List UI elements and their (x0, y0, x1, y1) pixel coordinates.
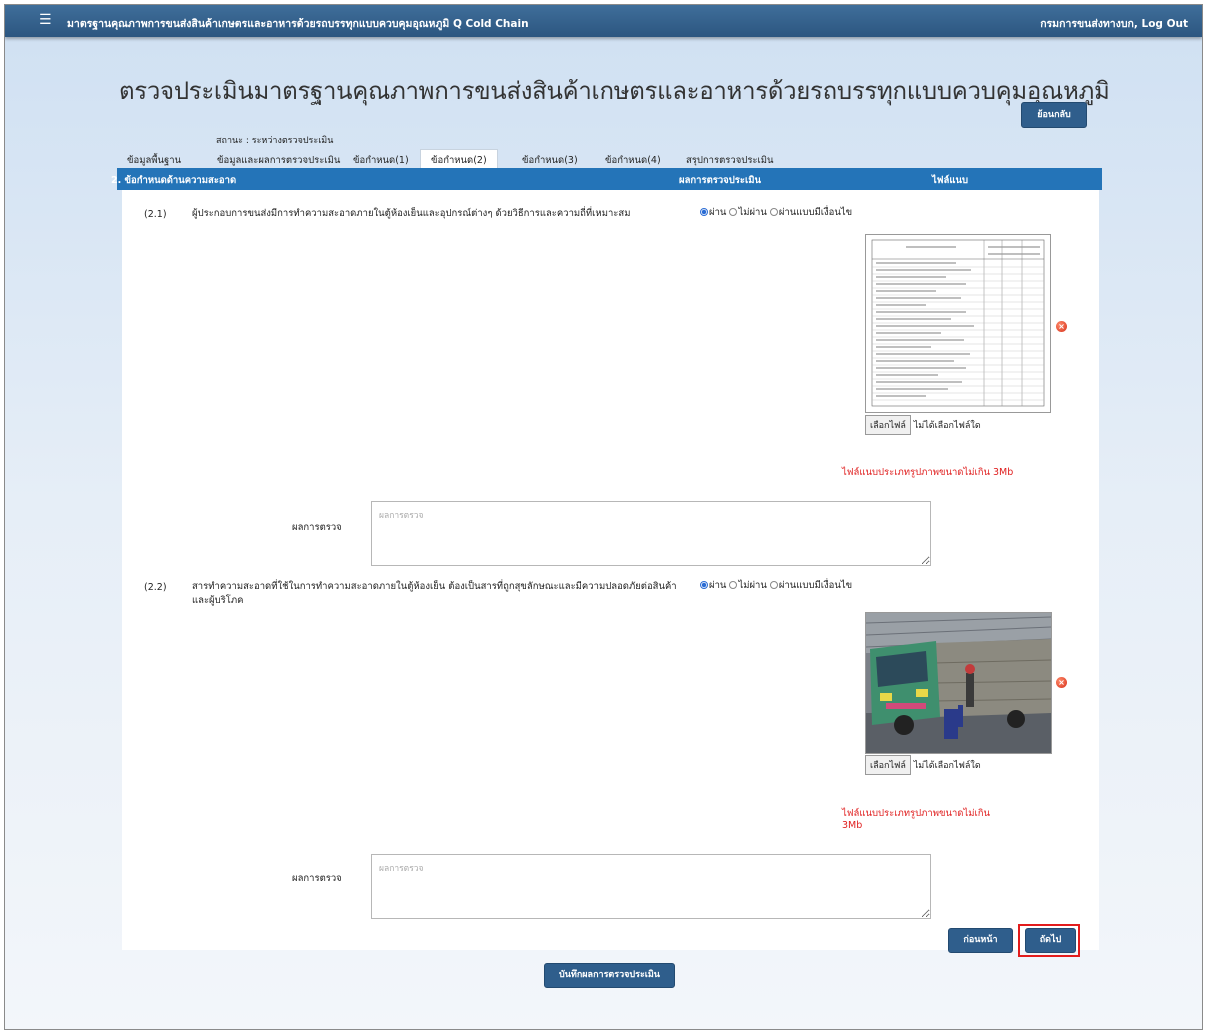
column-result-header: ผลการตรวจประเมิน (679, 175, 761, 186)
next-button-highlight (1018, 924, 1080, 957)
item-number: (2.2) (144, 582, 167, 593)
document-table-icon (871, 239, 1045, 407)
delete-attachment-icon[interactable]: × (1056, 677, 1067, 688)
radio-pass-label: ผ่าน (709, 207, 727, 218)
radio-pass[interactable] (700, 581, 708, 589)
radio-conditional[interactable] (769, 581, 778, 589)
choose-file-button[interactable]: เลือกไฟล์ (865, 415, 911, 435)
section-title: 2. ข้อกำหนดด้านความสะอาด (111, 175, 237, 186)
result-radio-group: ผ่าน ไม่ผ่าน ผ่านแบบมีเงื่อนไข (700, 205, 852, 220)
no-file-label: ไม่ได้เลือกไฟล์ใด (913, 421, 981, 431)
radio-conditional-label: ผ่านแบบมีเงื่อนไข (778, 207, 853, 218)
requirements-panel: (2.1) ผู้ประกอบการขนส่งมีการทำความสะอาดภ… (122, 190, 1099, 950)
page-title: ตรวจประเมินมาตรฐานคุณภาพการขนส่งสินค้าเก… (119, 77, 1110, 105)
user-logout-link[interactable]: กรมการขนส่งทางบก, Log Out (1040, 15, 1188, 32)
result-textarea[interactable] (371, 854, 931, 919)
result-textarea[interactable] (371, 501, 931, 566)
radio-fail-label: ไม่ผ่าน (738, 207, 767, 218)
result-radio-group: ผ่าน ไม่ผ่าน ผ่านแบบมีเงื่อนไข (700, 578, 852, 593)
result-label: ผลการตรวจ (292, 522, 342, 533)
file-chooser: เลือกไฟล์ ไม่ได้เลือกไฟล์ใด (865, 755, 981, 775)
result-label: ผลการตรวจ (292, 873, 342, 884)
attachment-photo-thumbnail[interactable] (865, 612, 1052, 754)
radio-pass[interactable] (700, 208, 708, 216)
radio-conditional[interactable] (769, 208, 778, 216)
save-assessment-button[interactable]: บันทึกผลการตรวจประเมิน (544, 963, 675, 988)
file-chooser: เลือกไฟล์ ไม่ได้เลือกไฟล์ใด (865, 415, 981, 435)
top-navbar: ☰ มาตรฐานคุณภาพการขนส่งสินค้าเกษตรและอาห… (5, 5, 1202, 37)
attachment-document-thumbnail[interactable] (865, 234, 1051, 413)
previous-button[interactable]: ก่อนหน้า (948, 928, 1013, 953)
column-file-header: ไฟล์แนบ (932, 175, 968, 186)
app-window: ☰ มาตรฐานคุณภาพการขนส่งสินค้าเกษตรและอาห… (4, 4, 1203, 1030)
file-size-note: ไฟล์แนบประเภทรูปภาพขนาดไม่เกิน 3Mb (842, 808, 990, 831)
file-size-note: ไฟล์แนบประเภทรูปภาพขนาดไม่เกิน 3Mb (842, 467, 1014, 478)
radio-fail-label: ไม่ผ่าน (738, 580, 767, 591)
choose-file-button[interactable]: เลือกไฟล์ (865, 755, 911, 775)
radio-fail[interactable] (729, 208, 738, 216)
item-number: (2.1) (144, 209, 167, 220)
status-text: สถานะ : ระหว่างตรวจประเมิน (216, 136, 334, 146)
hamburger-menu-icon[interactable]: ☰ (39, 12, 52, 28)
section-header: 2. ข้อกำหนดด้านความสะอาด ผลการตรวจประเมิ… (111, 168, 1102, 190)
back-button[interactable]: ย้อนกลับ (1021, 102, 1087, 128)
delete-attachment-icon[interactable]: × (1056, 321, 1067, 332)
radio-fail[interactable] (729, 581, 738, 589)
item-text: สารทำความสะอาดที่ใช้ในการทำความสะอาดภายใ… (192, 581, 677, 606)
truck-photo-image (866, 613, 1051, 753)
item-text: ผู้ประกอบการขนส่งมีการทำความสะอาดภายในตู… (192, 208, 631, 219)
radio-conditional-label: ผ่านแบบมีเงื่อนไข (778, 580, 853, 591)
radio-pass-label: ผ่าน (709, 580, 727, 591)
no-file-label: ไม่ได้เลือกไฟล์ใด (913, 761, 981, 771)
app-title[interactable]: มาตรฐานคุณภาพการขนส่งสินค้าเกษตรและอาหาร… (67, 15, 529, 32)
